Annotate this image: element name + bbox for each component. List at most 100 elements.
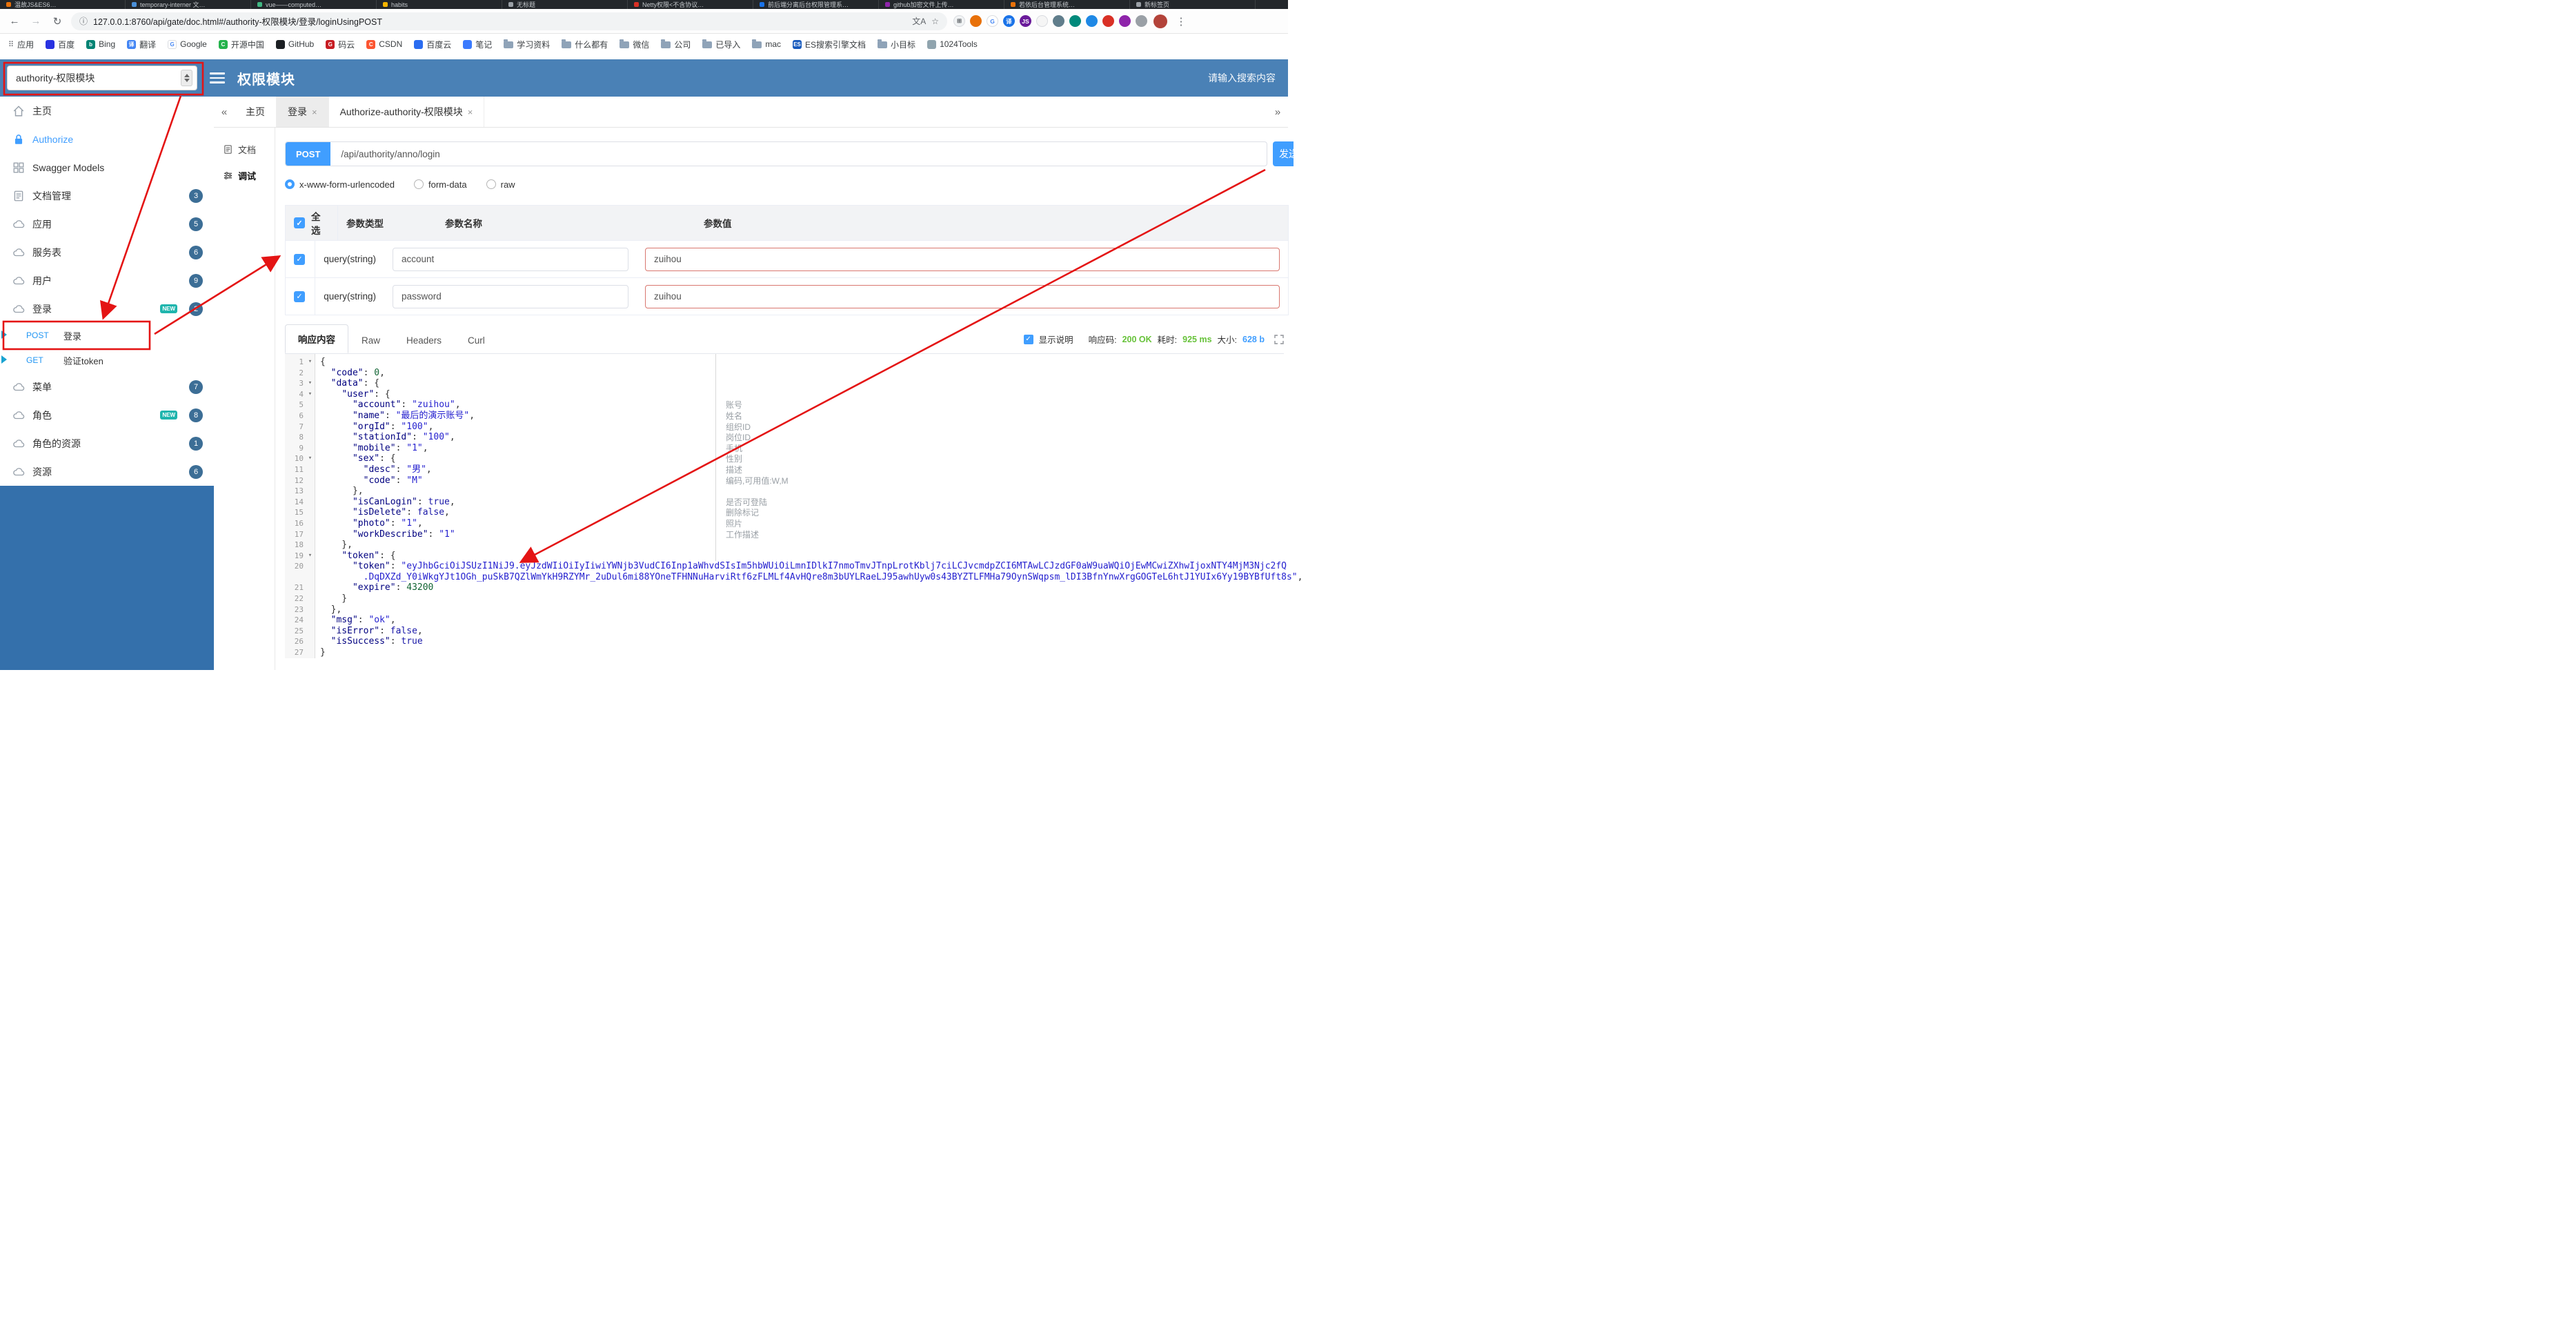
browser-tab[interactable]: habits [377,0,502,9]
param-value-input[interactable]: zuihou [645,284,1280,308]
radio-raw[interactable]: raw [486,179,515,190]
send-button[interactable]: 发送 [1273,141,1294,166]
tab-登录[interactable]: 登录 × [277,97,329,127]
bookmark-item[interactable]: G 码云 [326,39,355,50]
sidebar-item-service[interactable]: 服务表 6 [0,238,214,266]
bookmark-item[interactable]: ⠿ 应用 [8,39,34,50]
bookmark-item[interactable]: mac [752,39,781,49]
extension-icon[interactable]: G [987,15,998,27]
back-icon[interactable]: ← [7,15,22,27]
select-stepper-icon[interactable] [181,70,192,86]
response-tab-Raw[interactable]: Raw [348,328,393,353]
row-checkbox[interactable]: ✓ [294,290,305,302]
url-text[interactable]: 127.0.0.1:8760/api/gate/doc.html#/author… [93,14,906,28]
extension-icon[interactable] [970,15,982,27]
fold-caret-icon[interactable]: ▾ [306,378,315,389]
sidebar-item-role[interactable]: 角色 NEW 8 [0,401,214,429]
sidebar-item-role-resource[interactable]: 角色的资源 1 [0,429,214,457]
tab-Authorize-authority-权限模块[interactable]: Authorize-authority-权限模块 × [329,97,485,127]
fold-caret-icon[interactable]: ▾ [306,551,315,562]
tabs-collapse-icon[interactable]: « [214,97,235,127]
tab-close-icon[interactable]: × [468,107,473,117]
show-desc-checkbox[interactable]: ✓ [1023,334,1033,344]
browser-tab[interactable]: vue——computed… [251,0,377,9]
bookmark-item[interactable]: C CSDN [366,39,402,49]
sidebar-item-app[interactable]: 应用 5 [0,210,214,238]
more-menu-icon[interactable]: ⋮ [1173,15,1189,28]
extension-icon[interactable] [1036,15,1048,27]
bookmark-item[interactable]: ES ES搜索引擎文档 [793,39,866,50]
browser-tab[interactable]: 新标签页 [1130,0,1256,9]
extension-icon[interactable] [1102,15,1114,27]
response-tab-响应内容[interactable]: 响应内容 [285,324,348,353]
menu-icon[interactable] [210,72,225,83]
sidebar-item-resource[interactable]: 资源 6 [0,457,214,486]
endpoint-url-box[interactable]: POST /api/authority/anno/login [285,141,1267,166]
sidebar-item-home[interactable]: 主页 [0,97,214,125]
extension-icon[interactable] [1069,15,1081,27]
browser-tab[interactable]: temporary-interner 文… [126,0,251,9]
bookmark-star-icon[interactable]: ☆ [931,17,939,26]
extension-icon[interactable] [1119,15,1131,27]
bookmark-item[interactable]: 小目标 [878,39,915,50]
browser-tab-strip[interactable]: 温故JS&ES6… temporary-interner 文… vue——compu… [0,0,1288,9]
sidebar-endpoint-login-post[interactable]: POST 登录 [0,323,214,348]
bookmark-item[interactable]: GitHub [275,39,314,49]
param-value-input[interactable]: zuihou [645,247,1280,271]
sidebar-item-swagger-models[interactable]: Swagger Models [0,153,214,181]
page-info-icon[interactable]: ⓘ [79,15,88,27]
fold-caret-icon[interactable]: ▾ [306,389,315,400]
sidebar-item-menu[interactable]: 菜单 7 [0,373,214,401]
param-name-input[interactable]: password [393,284,628,308]
sidebar-item-login[interactable]: 登录 NEW 2 [0,295,214,323]
extension-icon[interactable]: ⊞ [953,15,965,27]
param-name-input[interactable]: account [393,247,628,271]
tabs-expand-icon[interactable]: » [1267,97,1288,127]
bookmark-item[interactable]: 公司 [661,39,691,50]
bookmark-item[interactable]: 百度云 [414,39,451,50]
module-select[interactable]: authority-权限模块 [7,66,197,90]
response-tab-Headers[interactable]: Headers [393,328,455,353]
bookmark-item[interactable]: C 开源中国 [218,39,264,50]
radio-x-www-form-urlencoded[interactable]: x-www-form-urlencoded [285,179,395,190]
browser-tab[interactable]: github加密文件上传… [879,0,1004,9]
reload-icon[interactable]: ↻ [50,15,65,28]
tab-主页[interactable]: 主页 [235,97,277,127]
bookmark-item[interactable]: 百度 [46,39,75,50]
fold-caret-icon[interactable]: ▾ [306,357,315,368]
bookmark-item[interactable]: 笔记 [463,39,492,50]
address-bar[interactable]: ⓘ 127.0.0.1:8760/api/gate/doc.html#/auth… [71,12,947,30]
search-input[interactable]: 请输入搜索内容 [1208,71,1276,85]
profile-avatar[interactable] [1153,14,1167,28]
translate-icon[interactable]: 文A [912,15,926,27]
tab-close-icon[interactable]: × [312,107,317,117]
bookmark-item[interactable]: b Bing [86,39,115,49]
bookmark-item[interactable]: 微信 [620,39,649,50]
select-all-checkbox[interactable]: ✓ [294,217,305,228]
fold-caret-icon[interactable]: ▾ [306,453,315,464]
nav-doc[interactable]: 文档 [214,136,275,162]
fullscreen-icon[interactable] [1274,334,1284,344]
bookmark-item[interactable]: G Google [168,39,207,49]
bookmark-item[interactable]: 已导入 [702,39,740,50]
browser-tab[interactable]: Netty权限<不含协议… [628,0,753,9]
sidebar-item-authorize[interactable]: Authorize [0,125,214,153]
browser-tab[interactable]: 温故JS&ES6… [0,0,126,9]
browser-tab[interactable]: 若依后台管理系统… [1004,0,1130,9]
extension-icon[interactable] [1086,15,1098,27]
extension-icon[interactable]: 译 [1003,15,1015,27]
sidebar-item-doc-manage[interactable]: 文档管理 3 [0,181,214,210]
extension-icon[interactable] [1136,15,1147,27]
response-tab-Curl[interactable]: Curl [455,328,498,353]
radio-form-data[interactable]: form-data [413,179,467,190]
extension-icon[interactable]: JS [1020,15,1031,27]
row-checkbox[interactable]: ✓ [294,253,305,265]
sidebar-endpoint-token-get[interactable]: GET 验证token [0,348,214,373]
browser-tab[interactable]: 无标题 [502,0,628,9]
nav-debug[interactable]: 调试 [214,162,275,188]
bookmark-item[interactable]: 1024Tools [927,39,978,49]
sidebar-item-user[interactable]: 用户 9 [0,266,214,295]
bookmark-item[interactable]: 什么都有 [562,39,608,50]
forward-icon[interactable]: → [28,15,43,27]
bookmark-item[interactable]: 学习资料 [504,39,550,50]
